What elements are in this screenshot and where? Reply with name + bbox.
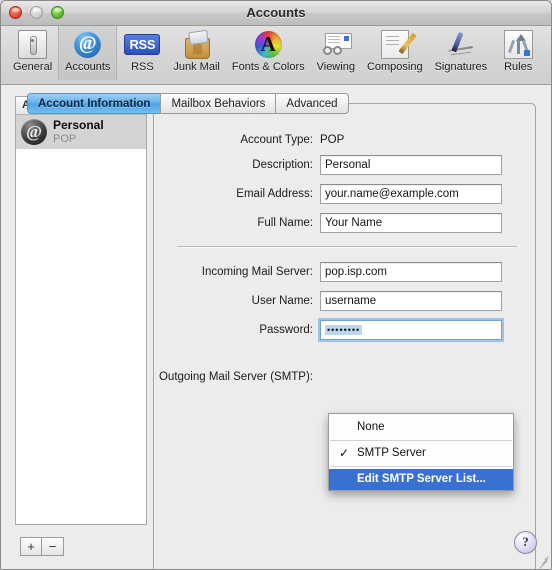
preferences-toolbar: General @ Accounts RSS RSS Junk Mail Fon… xyxy=(1,26,551,85)
toolbar-item-accounts[interactable]: @ Accounts xyxy=(58,26,118,80)
sidebar-item-personal[interactable]: @ Personal POP xyxy=(16,115,146,149)
account-type: POP xyxy=(53,132,77,145)
toolbar-item-rss[interactable]: RSS RSS xyxy=(117,26,167,80)
password-input[interactable]: •••••••• xyxy=(320,319,502,340)
menu-item-label: SMTP Server xyxy=(357,447,426,459)
user-name-label: User Name: xyxy=(251,294,313,307)
incoming-mail-server-label: Incoming Mail Server: xyxy=(201,265,313,278)
window-title: Accounts xyxy=(246,5,306,20)
toolbar-item-fonts-colors[interactable]: Fonts & Colors xyxy=(226,26,311,80)
account-globe-icon: @ xyxy=(21,119,47,145)
toolbar-item-junk-mail[interactable]: Junk Mail xyxy=(167,26,225,80)
row-user-name: User Name: username xyxy=(153,290,536,311)
junk-mail-icon xyxy=(183,29,211,59)
row-incoming-mail-server: Incoming Mail Server: pop.isp.com xyxy=(153,261,536,282)
menu-item-none[interactable]: None xyxy=(329,417,513,438)
toolbar-label: Rules xyxy=(504,61,533,73)
preferences-window: Accounts General @ Accounts RSS RSS Junk… xyxy=(0,0,552,570)
account-information-form: Account Type: POP Description: Personal … xyxy=(153,103,536,569)
add-account-button[interactable]: + xyxy=(20,537,42,556)
preferences-body: Accounts @ Personal POP + − Account Type… xyxy=(1,85,551,569)
composing-icon xyxy=(380,29,409,59)
toolbar-item-composing[interactable]: Composing xyxy=(361,26,429,80)
toolbar-item-signatures[interactable]: Signatures xyxy=(429,26,494,80)
toolbar-label: General xyxy=(13,61,53,73)
toolbar-label: Fonts & Colors xyxy=(231,61,305,73)
fonts-colors-icon xyxy=(254,29,282,59)
full-name-input[interactable]: Your Name xyxy=(320,212,502,233)
outgoing-mail-server-label: Outgoing Mail Server (SMTP): xyxy=(158,370,313,383)
toolbar-label: Composing xyxy=(366,61,423,73)
title-bar: Accounts xyxy=(1,1,551,26)
tab-mailbox-behaviors[interactable]: Mailbox Behaviors xyxy=(160,93,276,114)
toolbar-label: RSS xyxy=(131,61,154,73)
menu-item-label: Edit SMTP Server List... xyxy=(357,473,486,485)
accounts-at-icon: @ xyxy=(74,29,102,59)
toolbar-label: Signatures xyxy=(434,61,488,73)
signatures-icon xyxy=(447,29,475,59)
viewing-icon xyxy=(322,29,352,59)
email-address-input[interactable]: your.name@example.com xyxy=(320,183,502,204)
row-password: Password: •••••••• xyxy=(153,319,536,340)
general-icon xyxy=(18,29,48,59)
menu-item-smtp-server[interactable]: ✓ SMTP Server xyxy=(329,443,513,464)
tab-advanced[interactable]: Advanced xyxy=(275,93,349,114)
rules-icon xyxy=(503,29,533,59)
form-divider xyxy=(177,246,517,247)
password-value: •••••••• xyxy=(325,324,363,335)
toolbar-label: Viewing xyxy=(316,61,355,73)
row-email-address: Email Address: your.name@example.com xyxy=(153,183,536,204)
checkmark-icon: ✓ xyxy=(339,446,350,460)
accounts-sidebar: Accounts @ Personal POP xyxy=(15,96,147,525)
email-address-label: Email Address: xyxy=(236,187,313,200)
help-button[interactable]: ? xyxy=(514,531,537,554)
account-labels: Personal POP xyxy=(53,117,104,145)
toolbar-label: Junk Mail xyxy=(173,61,220,73)
account-tabs: Account Information Mailbox Behaviors Ad… xyxy=(27,93,349,114)
remove-account-button[interactable]: − xyxy=(42,537,64,556)
full-name-label: Full Name: xyxy=(257,216,313,229)
row-outgoing-mail-server: Outgoing Mail Server (SMTP): xyxy=(153,366,536,387)
row-account-type: Account Type: POP xyxy=(153,129,536,150)
toolbar-item-viewing[interactable]: Viewing xyxy=(311,26,361,80)
smtp-server-dropdown-menu: None ✓ SMTP Server Edit SMTP Server List… xyxy=(328,413,514,491)
menu-divider xyxy=(330,466,512,467)
account-name: Personal xyxy=(53,117,104,132)
toolbar-label: Accounts xyxy=(65,61,111,73)
menu-item-label: None xyxy=(357,421,385,433)
row-full-name: Full Name: Your Name xyxy=(153,212,536,233)
account-type-value: POP xyxy=(320,133,345,146)
account-type-label: Account Type: xyxy=(240,133,313,146)
description-label: Description: xyxy=(252,158,313,171)
menu-item-edit-smtp-server-list[interactable]: Edit SMTP Server List... xyxy=(329,469,513,490)
tab-account-information[interactable]: Account Information xyxy=(27,93,161,114)
description-input[interactable]: Personal xyxy=(320,154,502,175)
toolbar-item-rules[interactable]: Rules xyxy=(493,26,543,80)
menu-divider xyxy=(330,440,512,441)
account-list-buttons: + − xyxy=(20,537,64,556)
user-name-input[interactable]: username xyxy=(320,290,502,311)
resize-grip[interactable] xyxy=(536,554,549,569)
incoming-mail-server-input[interactable]: pop.isp.com xyxy=(320,261,502,282)
password-label: Password: xyxy=(259,323,313,336)
rss-icon: RSS xyxy=(124,29,161,59)
toolbar-item-general[interactable]: General xyxy=(7,26,58,80)
row-description: Description: Personal xyxy=(153,154,536,175)
